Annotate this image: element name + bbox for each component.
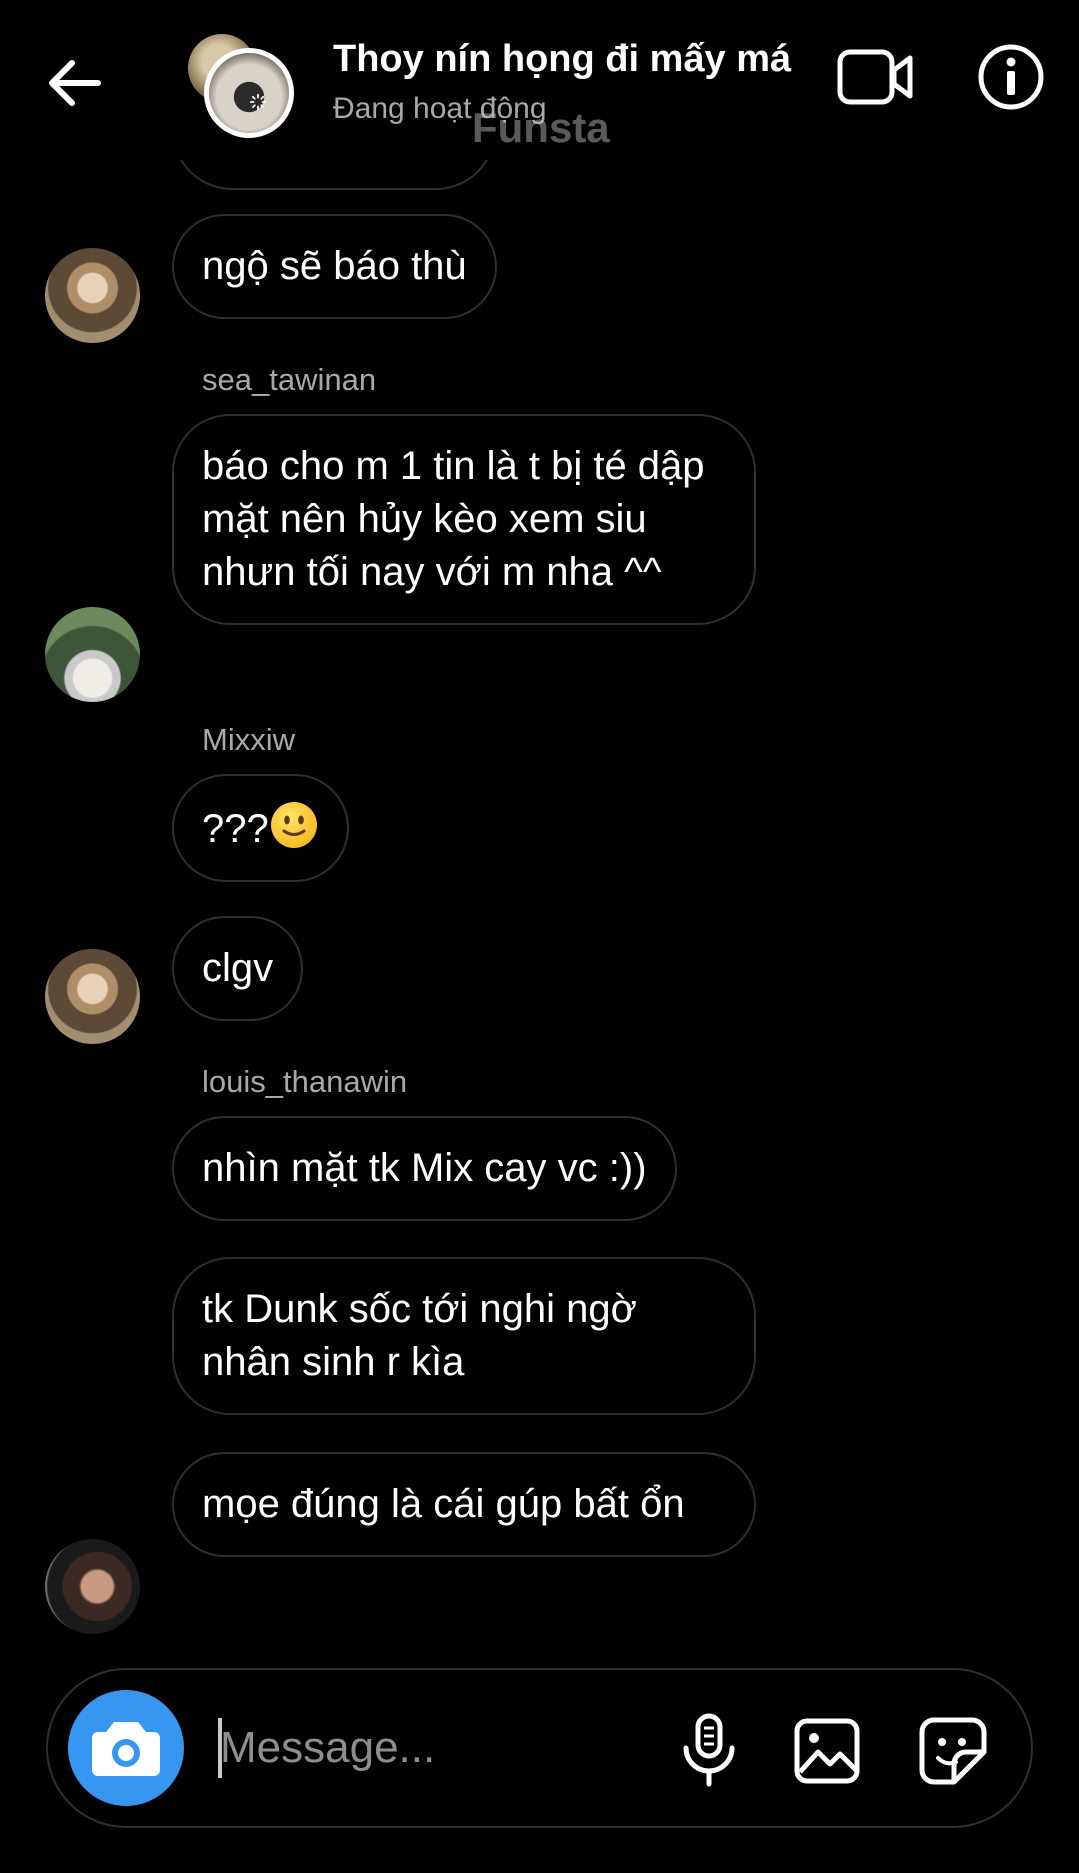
message-text: báo cho m 1 tin là t bị té dập mặt nên h… <box>202 444 705 594</box>
group-avatar[interactable] <box>188 34 294 138</box>
message-text: tk Dunk sốc tới nghi ngờ nhân sinh r kìa <box>202 1287 637 1384</box>
sticker-icon[interactable] <box>918 1716 988 1786</box>
message-bubble[interactable]: báo cho m 1 tin là t bị té dập mặt nên h… <box>172 414 756 625</box>
message-bubble[interactable]: clgv <box>172 916 304 1021</box>
message-text: nhìn mặt tk Mix cay vc :)) <box>202 1146 647 1190</box>
sender-name: Mixxiw <box>202 722 295 757</box>
message-bubble[interactable]: ngộ sẽ báo thù <box>172 214 497 319</box>
loading-spinner-icon <box>249 93 267 111</box>
message-composer <box>46 1668 1033 1828</box>
message-text: mọe đúng là cái gúp bất ổn <box>202 1482 685 1526</box>
slightly-smiling-face-icon <box>270 802 317 848</box>
sender-name: louis_thanawin <box>202 1064 408 1099</box>
message-text: ??? <box>202 807 269 851</box>
camera-button[interactable] <box>68 1690 184 1806</box>
message-input[interactable] <box>220 1708 700 1788</box>
chat-header: Thoy nín họng đi mấy má Đang hoạt động F… <box>0 0 1079 160</box>
avatar[interactable] <box>45 1539 140 1634</box>
microphone-icon[interactable] <box>674 1712 744 1788</box>
message-bubble[interactable]: tk Dunk sốc tới nghi ngờ nhân sinh r kìa <box>172 1257 756 1415</box>
chat-title[interactable]: Thoy nín họng đi mấy má <box>333 38 791 81</box>
message-text: clgv <box>202 946 274 990</box>
info-icon[interactable] <box>976 42 1046 112</box>
message-bubble[interactable]: ??? <box>172 774 349 882</box>
message-bubble[interactable]: mọe đúng là cái gúp bất ổn <box>172 1452 756 1557</box>
video-call-icon[interactable] <box>836 46 916 108</box>
message-bubble[interactable]: nhìn mặt tk Mix cay vc :)) <box>172 1116 677 1221</box>
sender-name: sea_tawinan <box>202 362 377 397</box>
watermark: Funsta <box>472 104 610 151</box>
avatar[interactable] <box>45 248 140 343</box>
camera-icon <box>92 1722 160 1776</box>
avatar[interactable] <box>45 607 140 702</box>
back-arrow-icon[interactable] <box>40 48 110 118</box>
gallery-icon[interactable] <box>794 1718 860 1784</box>
message-text: ngộ sẽ báo thù <box>202 244 467 288</box>
group-avatar-front <box>204 48 294 138</box>
avatar[interactable] <box>45 949 140 1044</box>
